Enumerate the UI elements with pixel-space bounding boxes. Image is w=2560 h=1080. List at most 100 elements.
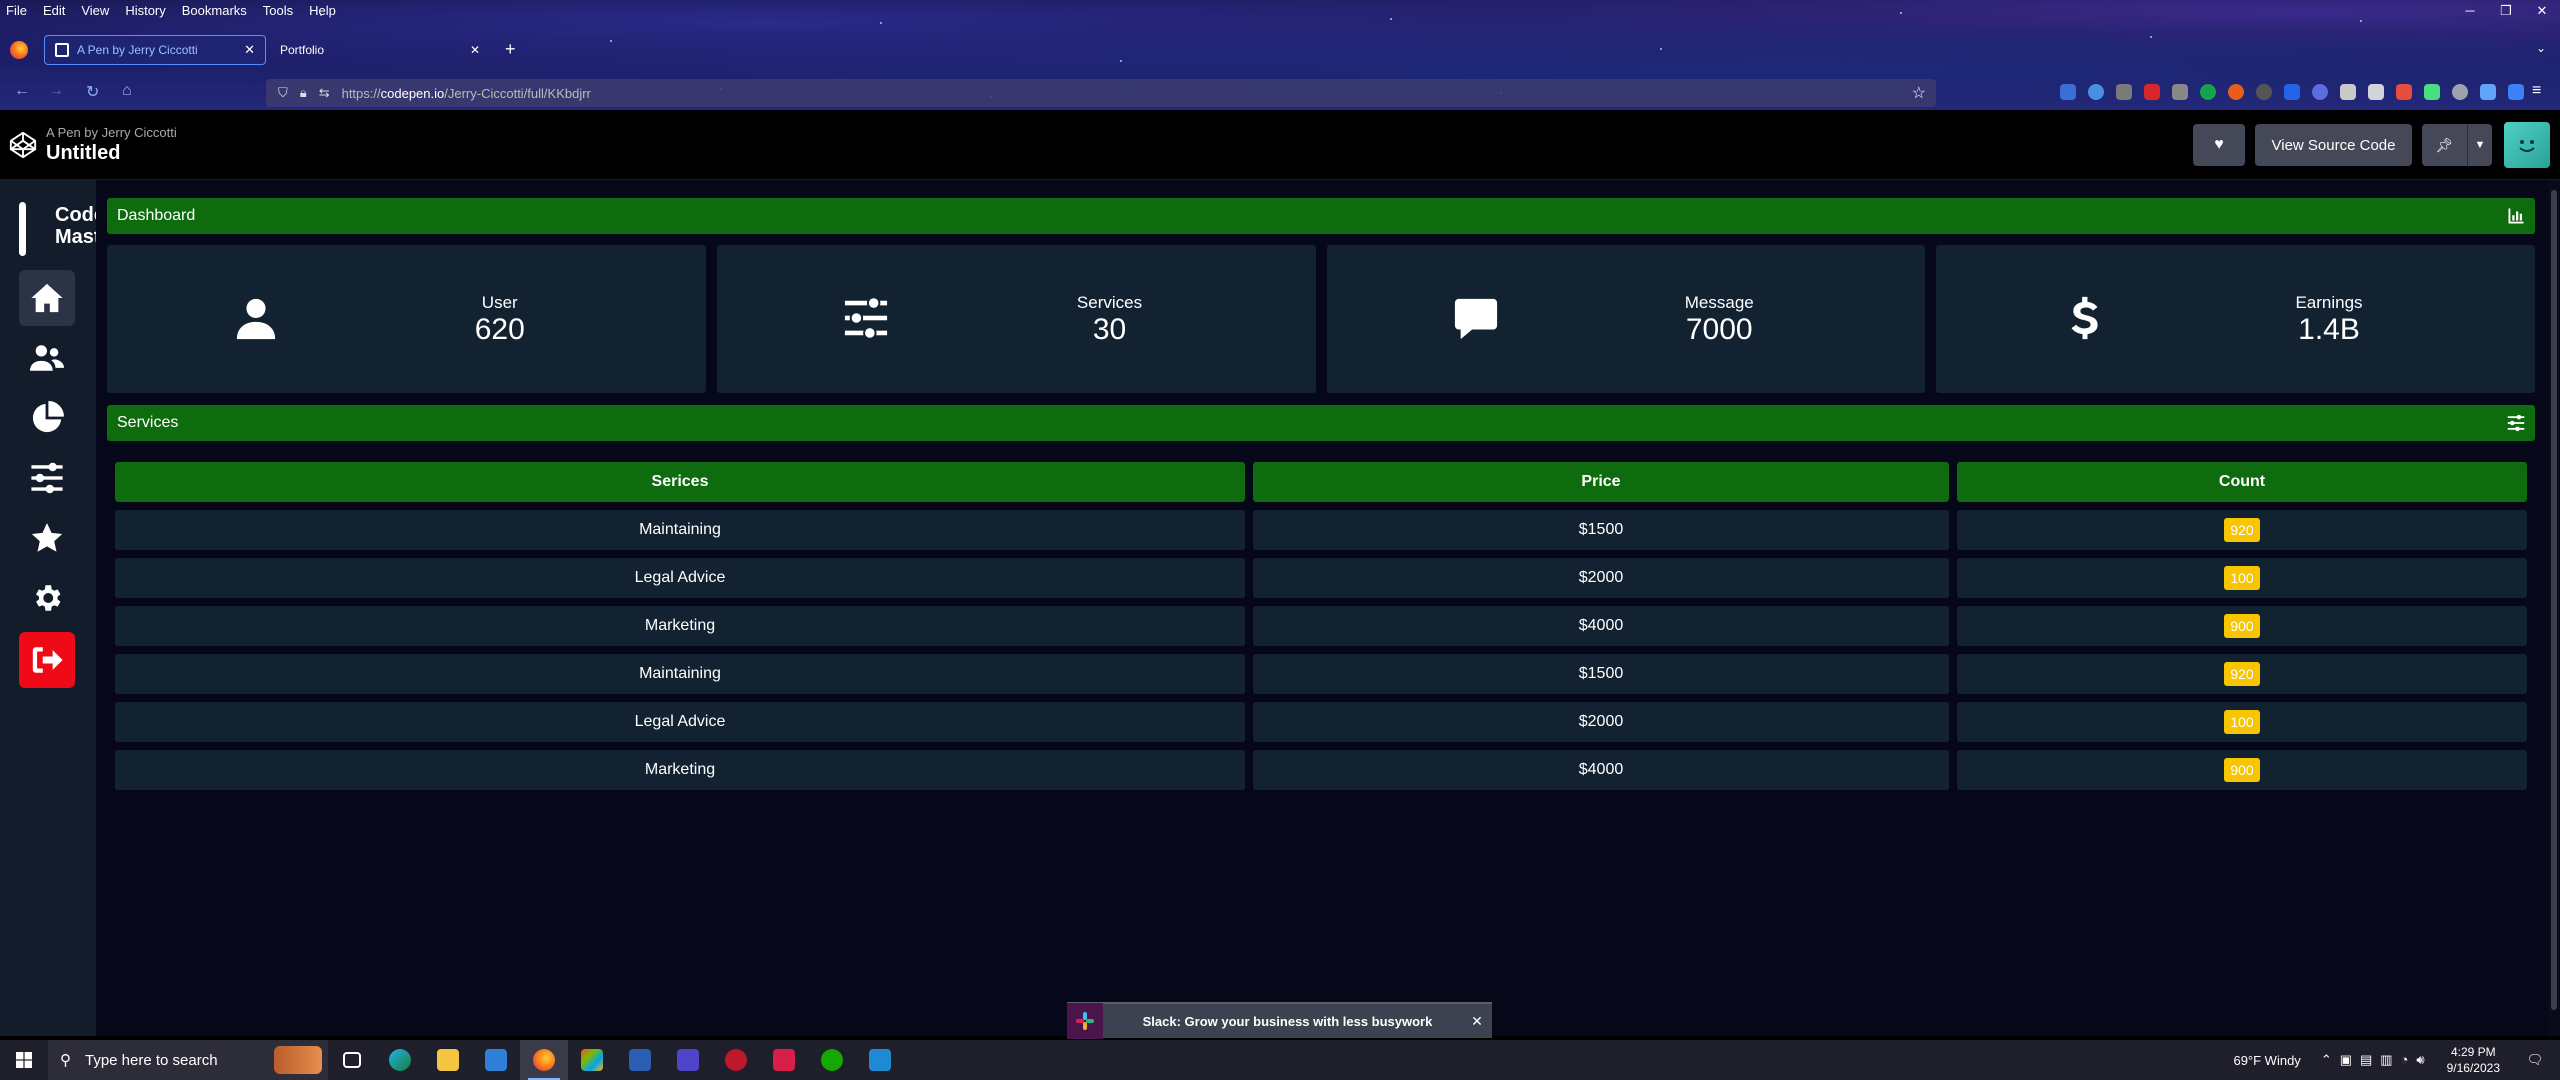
grammarly-icon[interactable] <box>2200 84 2216 100</box>
taskbar-upwork[interactable] <box>808 1040 856 1080</box>
close-window-icon[interactable]: ✕ <box>2524 0 2560 22</box>
forward-icon[interactable]: → <box>48 82 64 100</box>
smiley-icon <box>2519 140 2535 152</box>
extension-icon[interactable] <box>2340 84 2356 100</box>
reload-icon[interactable]: ↻ <box>86 82 99 102</box>
menu-view[interactable]: View <box>81 2 109 20</box>
sidebar-item-services[interactable] <box>19 450 75 506</box>
extension-icon[interactable] <box>2312 84 2328 100</box>
shield-icon[interactable]: ⛉ <box>278 85 288 101</box>
recorder-icon <box>773 1049 795 1071</box>
notifications-icon[interactable]: 🗨︎ <box>2520 1052 2550 1068</box>
lock-icon[interactable]: 🔒︎ <box>300 85 307 101</box>
extension-icon[interactable] <box>2144 84 2160 100</box>
extension-icon[interactable] <box>2424 84 2440 100</box>
menu-edit[interactable]: Edit <box>43 2 65 20</box>
tray-icons[interactable]: ⌃▣▤▥◔🔊︎ <box>2321 1052 2433 1068</box>
taskbar-app-red[interactable] <box>712 1040 760 1080</box>
extension-icon[interactable] <box>2508 84 2524 100</box>
clock[interactable]: 4:29 PM 9/16/2023 <box>2447 1044 2500 1076</box>
task-view-button[interactable] <box>328 1040 376 1080</box>
stat-label: Services <box>1076 293 1143 312</box>
start-button[interactable] <box>0 1040 48 1080</box>
new-tab-icon[interactable]: + <box>505 39 516 60</box>
scrollbar-thumb[interactable] <box>2551 190 2557 1010</box>
taskbar-store[interactable] <box>568 1040 616 1080</box>
menu-tools[interactable]: Tools <box>263 2 293 20</box>
logout-icon <box>32 647 63 673</box>
bookmark-star-icon[interactable]: ☆ <box>1912 83 1926 103</box>
pin-button[interactable]: 📌︎ ▼ <box>2422 124 2492 166</box>
service-cell: Legal Advice <box>115 702 1245 742</box>
price-cell: $2000 <box>1253 558 1949 598</box>
store-icon <box>581 1049 603 1071</box>
extension-icon[interactable] <box>2368 84 2384 100</box>
dollar-icon <box>2062 295 2108 341</box>
clock-date: 9/16/2023 <box>2446 1061 2500 1075</box>
extension-icon[interactable] <box>2172 84 2188 100</box>
avatar[interactable] <box>2504 122 2550 168</box>
stat-value: 30 <box>1092 313 1127 346</box>
chevron-down-icon[interactable]: ▼ <box>2468 139 2492 151</box>
taskbar-vscode[interactable] <box>856 1040 904 1080</box>
taskbar-app-p[interactable] <box>664 1040 712 1080</box>
pen-author[interactable]: A Pen by Jerry Ciccotti <box>46 125 177 140</box>
app-menu-icon[interactable]: ≡ <box>2532 82 2541 100</box>
sidebar-item-users[interactable] <box>19 330 75 386</box>
permissions-icon[interactable]: ⇆ <box>319 85 330 101</box>
close-tab-icon[interactable]: ✕ <box>470 43 480 57</box>
taskbar-recorder[interactable] <box>760 1040 808 1080</box>
upwork-icon <box>821 1049 843 1071</box>
taskbar: ⚲ Type here to search 69°F Windy ⌃▣▤▥◔🔊︎… <box>0 1040 2560 1080</box>
sidebar-item-settings[interactable] <box>19 570 75 626</box>
window-controls: ─ ❐ ✕ <box>2452 0 2560 22</box>
pin-icon[interactable]: 📌︎ <box>2422 124 2468 166</box>
weather-widget[interactable]: 69°F Windy <box>2233 1053 2300 1068</box>
menu-help[interactable]: Help <box>309 2 336 20</box>
taskbar-mail[interactable] <box>472 1040 520 1080</box>
tab-portfolio[interactable]: Portfolio ✕ <box>272 35 488 65</box>
close-tab-icon[interactable]: ✕ <box>244 42 255 58</box>
back-icon[interactable]: ← <box>14 82 30 100</box>
view-source-button[interactable]: View Source Code <box>2255 124 2412 166</box>
close-icon[interactable]: ✕ <box>1462 1013 1492 1030</box>
love-button[interactable]: ♥ <box>2193 124 2245 166</box>
system-tray: 69°F Windy ⌃▣▤▥◔🔊︎ 4:29 PM 9/16/2023 🗨︎ <box>2233 1040 2560 1080</box>
menu-bookmarks[interactable]: Bookmarks <box>182 2 247 20</box>
restore-icon[interactable]: ❐ <box>2488 0 2524 22</box>
firefox-view-icon[interactable] <box>10 41 28 59</box>
pocket-icon[interactable] <box>2060 84 2076 100</box>
minimize-icon[interactable]: ─ <box>2452 0 2488 22</box>
menu-history[interactable]: History <box>125 2 165 20</box>
sidebar-item-logout[interactable] <box>19 632 75 688</box>
sidebar-item-home[interactable] <box>19 270 75 326</box>
tab-codepen[interactable]: A Pen by Jerry Ciccotti ✕ <box>44 35 266 65</box>
extension-icon[interactable] <box>2228 84 2244 100</box>
extension-icon[interactable] <box>2452 84 2468 100</box>
url-bar[interactable]: ⛉ 🔒︎ ⇆ https:// codepen.io /Jerry-Ciccot… <box>266 79 1936 107</box>
stat-card-user: User 620 <box>107 245 706 393</box>
page-scrollbar[interactable] <box>2548 180 2560 1036</box>
taskbar-explorer[interactable] <box>424 1040 472 1080</box>
service-cell: Legal Advice <box>115 558 1245 598</box>
slack-notification[interactable]: Slack: Grow your business with less busy… <box>1067 1002 1492 1039</box>
list-tabs-icon[interactable]: ⌄ <box>2536 41 2546 55</box>
codepen-logo-icon[interactable] <box>8 130 38 160</box>
extensions-icon[interactable] <box>2480 84 2496 100</box>
taskbar-firefox[interactable] <box>520 1040 568 1080</box>
home-icon[interactable]: ⌂ <box>122 82 132 100</box>
taskbar-edge[interactable] <box>376 1040 424 1080</box>
extension-icon[interactable] <box>2116 84 2132 100</box>
taskbar-security[interactable] <box>616 1040 664 1080</box>
extension-icon[interactable] <box>2256 84 2272 100</box>
sidebar-item-favorites[interactable] <box>19 510 75 566</box>
extension-icon[interactable] <box>2396 84 2412 100</box>
menu-file[interactable]: File <box>6 2 27 20</box>
extension-icon[interactable] <box>2284 84 2300 100</box>
taskbar-search[interactable]: ⚲ Type here to search <box>48 1040 328 1080</box>
sliders-icon <box>843 295 889 341</box>
extension-icon[interactable] <box>2088 84 2104 100</box>
search-highlight-image <box>274 1046 322 1074</box>
table-row: Maintaining $1500 920 <box>115 510 2527 550</box>
sidebar-item-analytics[interactable] <box>19 390 75 446</box>
